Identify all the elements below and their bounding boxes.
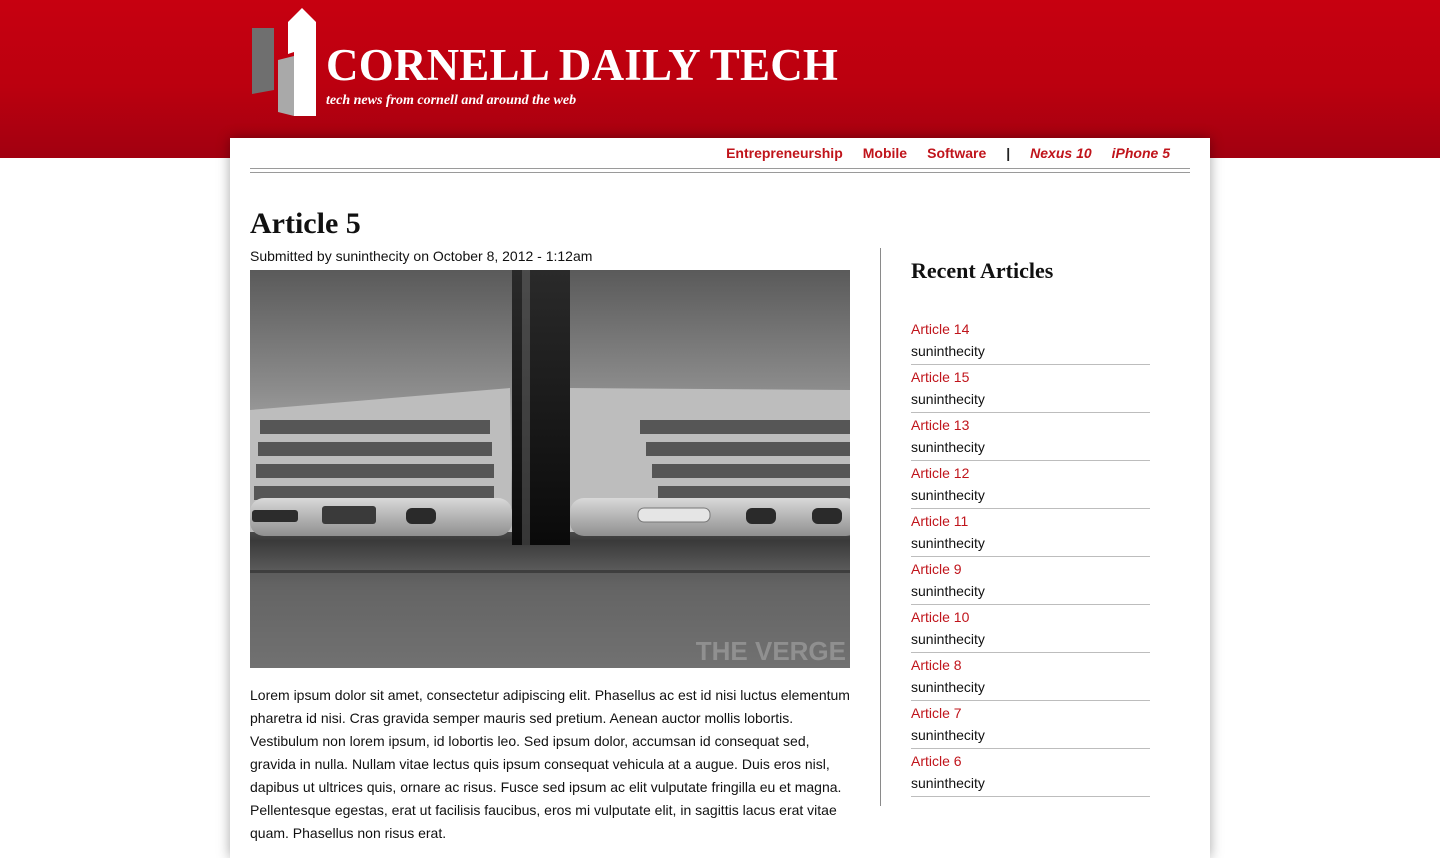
nav-link-entrepreneurship[interactable]: Entrepreneurship: [726, 145, 843, 161]
list-item: Article 6 suninthecity: [911, 749, 1150, 797]
primary-nav: Entrepreneurship Mobile Software | Nexus…: [726, 144, 1170, 162]
recent-article-author: suninthecity: [911, 343, 985, 359]
list-item: Article 11 suninthecity: [911, 509, 1150, 557]
list-item: Article 7 suninthecity: [911, 701, 1150, 749]
site-tagline: tech news from cornell and around the we…: [326, 93, 577, 108]
recent-article-author: suninthecity: [911, 487, 985, 503]
recent-article-link[interactable]: Article 10: [911, 606, 1150, 628]
nav-link-nexus-10[interactable]: Nexus 10: [1030, 145, 1091, 161]
recent-article-author: suninthecity: [911, 727, 985, 743]
recent-article-author: suninthecity: [911, 391, 985, 407]
nav-separator: |: [1006, 145, 1011, 161]
article-byline: Submitted by suninthecity on October 8, …: [250, 248, 593, 264]
list-item: Article 13 suninthecity: [911, 413, 1150, 461]
recent-article-link[interactable]: Article 11: [911, 510, 1150, 532]
recent-article-author: suninthecity: [911, 679, 985, 695]
recent-article-author: suninthecity: [911, 775, 985, 791]
recent-article-link[interactable]: Article 9: [911, 558, 1150, 580]
site-title[interactable]: CORNELL DAILY TECH: [326, 40, 838, 90]
article-title: Article 5: [250, 207, 361, 240]
recent-article-link[interactable]: Article 8: [911, 654, 1150, 676]
recent-articles-list: Article 14 suninthecity Article 15 sunin…: [911, 317, 1150, 797]
article-body: Lorem ipsum dolor sit amet, consectetur …: [250, 687, 850, 841]
cornell-tower-logo[interactable]: [250, 8, 320, 118]
recent-article-link[interactable]: Article 6: [911, 750, 1150, 772]
list-item: Article 12 suninthecity: [911, 461, 1150, 509]
nav-link-software[interactable]: Software: [927, 145, 986, 161]
list-item: Article 10 suninthecity: [911, 605, 1150, 653]
recent-article-link[interactable]: Article 12: [911, 462, 1150, 484]
recent-article-link[interactable]: Article 15: [911, 366, 1150, 388]
nav-link-iphone-5[interactable]: iPhone 5: [1112, 145, 1170, 161]
list-item: Article 15 suninthecity: [911, 365, 1150, 413]
list-item: Article 9 suninthecity: [911, 557, 1150, 605]
column-divider: [880, 248, 881, 806]
nav-divider: [250, 168, 1190, 173]
recent-article-author: suninthecity: [911, 583, 985, 599]
recent-article-link[interactable]: Article 7: [911, 702, 1150, 724]
recent-article-author: suninthecity: [911, 439, 985, 455]
recent-article-author: suninthecity: [911, 631, 985, 647]
recent-article-author: suninthecity: [911, 535, 985, 551]
image-watermark: THE VERGE: [696, 636, 846, 666]
recent-articles-heading: Recent Articles: [911, 258, 1054, 283]
list-item: Article 8 suninthecity: [911, 653, 1150, 701]
nav-link-mobile[interactable]: Mobile: [863, 145, 907, 161]
list-item: Article 14 suninthecity: [911, 317, 1150, 365]
article-image: THE VERGE: [250, 270, 850, 668]
page-container: Entrepreneurship Mobile Software | Nexus…: [230, 138, 1210, 858]
recent-article-link[interactable]: Article 13: [911, 414, 1150, 436]
recent-article-link[interactable]: Article 14: [911, 318, 1150, 340]
